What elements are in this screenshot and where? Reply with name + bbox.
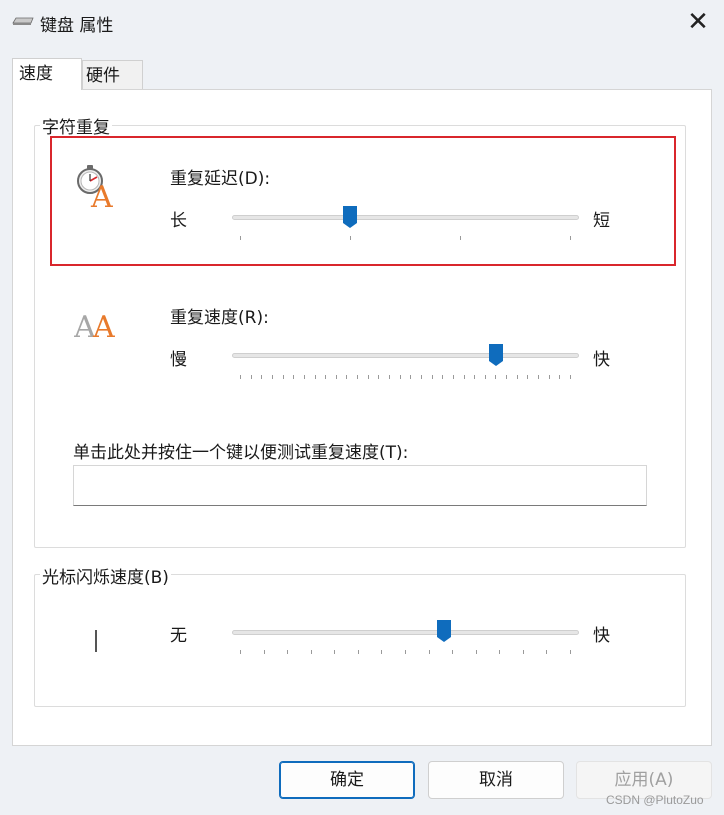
slider-tick: [378, 375, 379, 379]
slider-tick: [429, 650, 430, 654]
slider-tick: [432, 375, 433, 379]
slider-tick: [251, 375, 252, 379]
rate-max-label: 快: [593, 350, 610, 370]
slider-tick: [549, 375, 550, 379]
slider-tick: [523, 650, 524, 654]
watermark: CSDN @PlutoZuo: [606, 793, 704, 807]
slider-tick: [538, 375, 539, 379]
test-area-label: 单击此处并按住一个键以便测试重复速度(T):: [73, 443, 409, 463]
blink-slider-thumb[interactable]: [437, 620, 451, 642]
rate-label: 重复速度(R):: [170, 308, 269, 328]
slider-tick: [315, 375, 316, 379]
slider-tick: [389, 375, 390, 379]
delay-ticks: [240, 236, 571, 240]
tab-hardware[interactable]: 硬件: [82, 60, 143, 90]
slider-tick: [464, 375, 465, 379]
double-letter-a-icon: A A: [74, 310, 115, 340]
slider-tick: [261, 375, 262, 379]
slider-tick: [460, 236, 461, 240]
svg-text:A: A: [90, 180, 113, 208]
slider-tick: [240, 650, 241, 654]
slider-tick: [283, 375, 284, 379]
test-repeat-input[interactable]: [73, 465, 647, 506]
slider-tick: [264, 650, 265, 654]
slider-tick: [381, 650, 382, 654]
slider-tick: [499, 650, 500, 654]
slider-tick: [474, 375, 475, 379]
rate-ticks: [240, 375, 571, 379]
slider-tick: [293, 375, 294, 379]
delay-min-label: 长: [170, 211, 187, 231]
char-repeat-legend: 字符重复: [40, 113, 112, 138]
slider-tick: [546, 650, 547, 654]
blink-slider-track: [232, 630, 579, 635]
slider-tick: [506, 375, 507, 379]
slider-tick: [570, 375, 571, 379]
slider-tick: [272, 375, 273, 379]
slider-tick: [304, 375, 305, 379]
text-cursor-icon: [95, 630, 97, 652]
cancel-button[interactable]: 取消: [428, 761, 564, 799]
slider-tick: [240, 375, 241, 379]
blink-min-label: 无: [170, 626, 187, 646]
highlight-box: [50, 136, 676, 266]
delay-slider-track: [232, 215, 579, 220]
keyboard-icon: [12, 17, 34, 25]
rate-slider-track: [232, 353, 579, 358]
ok-button[interactable]: 确定: [279, 761, 415, 799]
slider-tick: [495, 375, 496, 379]
slider-tick: [287, 650, 288, 654]
cursor-blink-legend: 光标闪烁速度(B): [40, 563, 171, 588]
slider-tick: [350, 236, 351, 240]
slider-tick: [517, 375, 518, 379]
cursor-blink-group: [34, 574, 686, 707]
delay-max-label: 短: [593, 211, 610, 231]
slider-tick: [358, 650, 359, 654]
slider-tick: [527, 375, 528, 379]
delay-label: 重复延迟(D):: [170, 169, 271, 189]
stopwatch-letter-a-icon: A: [77, 165, 113, 208]
rate-slider-thumb[interactable]: [489, 344, 503, 366]
svg-text:A: A: [92, 310, 115, 340]
slider-tick: [559, 375, 560, 379]
slider-tick: [325, 375, 326, 379]
blink-max-label: 快: [593, 626, 610, 646]
slider-tick: [453, 375, 454, 379]
slider-tick: [410, 375, 411, 379]
slider-tick: [570, 236, 571, 240]
slider-tick: [476, 650, 477, 654]
slider-tick: [368, 375, 369, 379]
blink-ticks: [240, 650, 571, 654]
slider-tick: [421, 375, 422, 379]
window-title: 键盘 属性: [40, 16, 114, 36]
title-bar: 键盘 属性 ✕: [0, 0, 724, 46]
slider-tick: [452, 650, 453, 654]
slider-tick: [240, 236, 241, 240]
delay-slider-thumb[interactable]: [343, 206, 357, 228]
slider-tick: [570, 650, 571, 654]
close-icon[interactable]: ✕: [686, 9, 710, 35]
slider-tick: [442, 375, 443, 379]
slider-tick: [311, 650, 312, 654]
slider-tick: [400, 375, 401, 379]
rate-min-label: 慢: [170, 350, 187, 370]
slider-tick: [357, 375, 358, 379]
slider-tick: [346, 375, 347, 379]
slider-tick: [405, 650, 406, 654]
tab-speed[interactable]: 速度: [12, 58, 82, 90]
slider-tick: [334, 650, 335, 654]
slider-tick: [336, 375, 337, 379]
slider-tick: [485, 375, 486, 379]
